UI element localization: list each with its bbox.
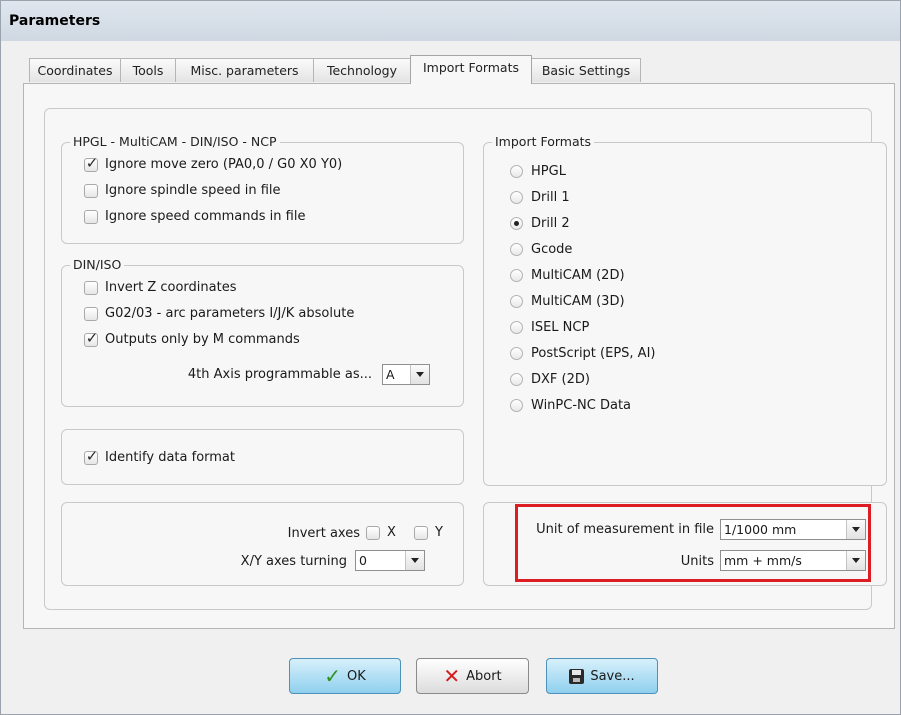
checkbox-box[interactable] [84,306,98,321]
save-button[interactable]: Save... [546,658,658,694]
tab-tools[interactable]: Tools [120,58,176,82]
format-radio-drill-2[interactable]: Drill 2 [510,216,570,231]
radio-selected-dot [514,221,519,226]
radio-button[interactable] [510,321,523,334]
arc-parameters-checkbox[interactable]: G02/03 - arc parameters I/J/K absolute [84,306,354,321]
checkbox-box[interactable] [414,525,428,540]
format-radio-postscript[interactable]: PostScript (EPS, AI) [510,346,655,361]
checkbox-label: Ignore spindle speed in file [105,183,281,198]
ignore-spindle-speed-checkbox[interactable]: Ignore spindle speed in file [84,183,281,198]
radio-button[interactable] [510,399,523,412]
checkbox-label: Invert Z coordinates [105,280,237,295]
invert-axes-group: Invert axes X Y X/Y axes turning 0 [61,502,464,586]
import-formats-legend: Import Formats [492,134,595,149]
checkbox-label: X [387,525,396,540]
din-iso-group-legend: DIN/ISO [70,257,125,272]
check-icon: ✓ [85,153,99,172]
abort-button[interactable]: ✕ Abort [416,658,529,694]
radio-label: Gcode [531,242,573,257]
window-title: Parameters [9,13,101,29]
radio-button[interactable] [510,165,523,178]
invert-x-checkbox[interactable]: X [366,525,396,540]
checkbox-box[interactable]: ✓ [84,329,98,347]
radio-label: Drill 1 [531,190,570,205]
save-button-label: Save... [590,668,635,684]
format-radio-drill-1[interactable]: Drill 1 [510,190,570,205]
checkbox-box[interactable] [84,280,98,295]
ok-button[interactable]: ✓ OK [289,658,401,694]
format-radio-multicam-3d[interactable]: MultiCAM (3D) [510,294,625,309]
checkbox-label: Outputs only by M commands [105,332,300,347]
radio-button[interactable] [510,217,523,230]
radio-label: Drill 2 [531,216,570,231]
radio-label: MultiCAM (2D) [531,268,625,283]
radio-button[interactable] [510,191,523,204]
checkbox-box[interactable]: ✓ [84,154,98,172]
checkbox-box[interactable] [366,525,380,540]
abort-button-label: Abort [466,668,502,684]
checkbox-box[interactable] [84,209,98,224]
radio-label: ISEL NCP [531,320,590,335]
chevron-down-icon[interactable] [410,365,429,384]
radio-button[interactable] [510,269,523,282]
title-bar: Parameters [1,1,900,41]
identify-group: ✓ Identify data format [61,429,464,485]
axes-turning-value: 0 [359,553,367,568]
checkbox-label: Ignore move zero (PA0,0 / G0 X0 Y0) [105,157,343,172]
radio-label: WinPC-NC Data [531,398,632,413]
chevron-down-icon[interactable] [405,551,424,570]
checkbox-label: G02/03 - arc parameters I/J/K absolute [105,306,355,321]
checkbox-box[interactable]: ✓ [84,447,98,465]
invert-axes-label: Invert axes [287,526,360,541]
parameters-window: Parameters Coordinates Tools Misc. param… [0,0,901,715]
ignore-speed-commands-checkbox[interactable]: Ignore speed commands in file [84,209,305,224]
radio-label: HPGL [531,164,566,179]
format-radio-gcode[interactable]: Gcode [510,242,572,257]
tab-basic-settings[interactable]: Basic Settings [531,58,641,82]
format-radio-winpc-nc-data[interactable]: WinPC-NC Data [510,398,631,413]
axes-turning-label: X/Y axes turning [240,554,347,569]
radio-button[interactable] [510,295,523,308]
axis4-value: A [386,367,395,382]
axes-turning-select[interactable]: 0 [355,550,425,571]
check-icon: ✓ [85,446,99,465]
din-iso-group: DIN/ISO Invert Z coordinates G02/03 - ar… [61,257,464,407]
tab-technology[interactable]: Technology [313,58,411,82]
radio-label: PostScript (EPS, AI) [531,346,656,361]
checkbox-box[interactable] [84,183,98,198]
ignore-move-zero-checkbox[interactable]: ✓ Ignore move zero (PA0,0 / G0 X0 Y0) [84,154,343,172]
import-formats-group: Import Formats HPGL Drill 1 Drill 2 Gcod… [483,134,887,486]
close-icon: ✕ [443,664,461,688]
checkbox-label: Ignore speed commands in file [105,209,306,224]
save-disk-icon [569,668,585,684]
hpgl-group-legend: HPGL - MultiCAM - DIN/ISO - NCP [70,134,280,149]
radio-button[interactable] [510,243,523,256]
checkbox-label: Y [435,525,443,540]
checkmark-icon: ✓ [324,664,341,688]
invert-y-checkbox[interactable]: Y [414,525,443,540]
axis4-select[interactable]: A [382,364,430,385]
hpgl-group: HPGL - MultiCAM - DIN/ISO - NCP ✓ Ignore… [61,134,464,244]
radio-label: DXF (2D) [531,372,590,387]
invert-z-checkbox[interactable]: Invert Z coordinates [84,280,237,295]
axis4-label: 4th Axis programmable as... [187,367,372,382]
radio-label: MultiCAM (3D) [531,294,625,309]
format-radio-dxf[interactable]: DXF (2D) [510,372,590,387]
units-highlight-box [515,504,871,582]
identify-data-format-checkbox[interactable]: ✓ Identify data format [84,447,235,465]
tab-import-formats[interactable]: Import Formats [410,55,532,84]
format-radio-multicam-2d[interactable]: MultiCAM (2D) [510,268,625,283]
format-radio-hpgl[interactable]: HPGL [510,164,566,179]
ok-button-label: OK [347,668,366,684]
radio-button[interactable] [510,347,523,360]
radio-button[interactable] [510,373,523,386]
outputs-m-commands-checkbox[interactable]: ✓ Outputs only by M commands [84,329,300,347]
checkbox-label: Identify data format [105,450,235,465]
tab-coordinates[interactable]: Coordinates [29,58,121,82]
format-radio-isel-ncp[interactable]: ISEL NCP [510,320,589,335]
check-icon: ✓ [85,328,99,347]
tab-misc-parameters[interactable]: Misc. parameters [175,58,314,82]
